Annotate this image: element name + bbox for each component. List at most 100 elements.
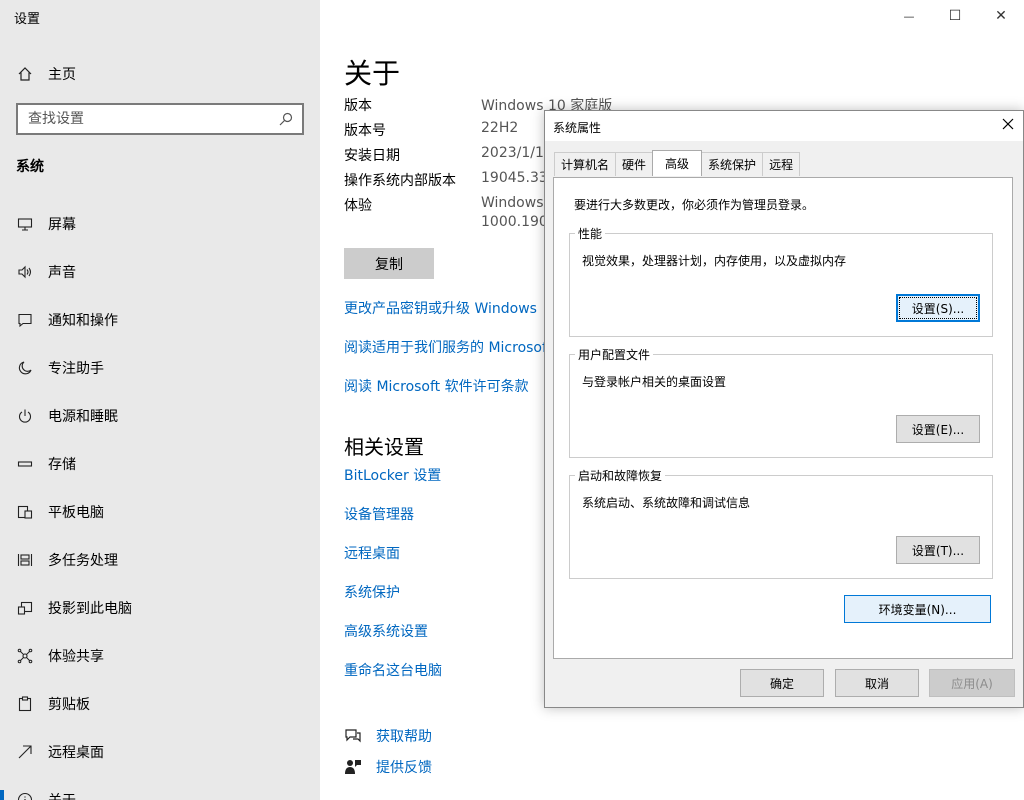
copy-button[interactable]: 复制 — [344, 248, 434, 279]
caption-buttons: — ☐ ✕ — [886, 0, 1024, 32]
minimize-icon: — — [903, 9, 915, 23]
sidebar-item-label: 投影到此电脑 — [48, 601, 132, 617]
sidebar-item-display[interactable]: 屏幕 — [0, 200, 320, 248]
link-get-help[interactable]: 获取帮助 — [376, 726, 432, 746]
link-bitlocker[interactable]: BitLocker 设置 — [344, 465, 441, 485]
sidebar-item-label: 电源和睡眠 — [48, 409, 118, 425]
search-input[interactable] — [18, 105, 258, 133]
storage-icon — [16, 455, 34, 473]
close-button[interactable]: ✕ — [978, 0, 1024, 32]
group-desc: 系统启动、系统故障和调试信息 — [582, 496, 751, 510]
link-system-protection[interactable]: 系统保护 — [344, 582, 400, 602]
sidebar-item-label: 剪贴板 — [48, 697, 90, 713]
startup-recovery-settings-button[interactable]: 设置(T)... — [896, 536, 980, 564]
maximize-button[interactable]: ☐ — [932, 0, 978, 32]
link-read-license-terms[interactable]: 阅读 Microsoft 软件许可条款 — [344, 376, 529, 396]
feedback-icon — [344, 758, 362, 776]
window-title: 设置 — [14, 12, 41, 27]
spec-key: 体验 — [344, 198, 372, 214]
group-desc: 与登录帐户相关的桌面设置 — [582, 375, 727, 389]
performance-settings-button[interactable]: 设置(S)... — [896, 294, 980, 322]
minimize-button[interactable]: — — [886, 0, 932, 32]
related-settings-title: 相关设置 — [344, 435, 424, 459]
dialog-title: 系统属性 — [553, 121, 602, 135]
sidebar-item-project[interactable]: 投影到此电脑 — [0, 584, 320, 632]
speaker-icon — [16, 263, 34, 281]
advanced-tab-panel: 要进行大多数更改，你必须作为管理员登录。 性能 视觉效果，处理器计划，内存使用，… — [553, 177, 1013, 659]
sidebar-item-label: 平板电脑 — [48, 505, 104, 521]
project-icon — [16, 599, 34, 617]
group-label: 性能 — [575, 225, 606, 242]
link-feedback[interactable]: 提供反馈 — [376, 757, 432, 777]
nav-home[interactable]: 主页 — [16, 62, 76, 86]
sidebar-item-shared-experiences[interactable]: 体验共享 — [0, 632, 320, 680]
link-device-manager[interactable]: 设备管理器 — [344, 504, 414, 524]
group-label: 启动和故障恢复 — [575, 467, 666, 484]
ok-button[interactable]: 确定 — [740, 669, 824, 697]
tab-hardware[interactable]: 硬件 — [615, 152, 654, 176]
sidebar: 设置 主页 系统 屏幕 声音 通知和操作 — [0, 0, 320, 800]
sidebar-item-label: 屏幕 — [48, 217, 76, 233]
share-icon — [16, 647, 34, 665]
maximize-icon: ☐ — [948, 8, 962, 24]
apply-button[interactable]: 应用(A) — [929, 669, 1015, 697]
group-label: 用户配置文件 — [575, 346, 654, 363]
close-icon: ✕ — [995, 8, 1007, 24]
sidebar-item-storage[interactable]: 存储 — [0, 440, 320, 488]
sidebar-item-label: 体验共享 — [48, 649, 104, 665]
spec-value: 22H2 — [481, 120, 519, 136]
system-properties-dialog: 系统属性 计算机名 硬件 高级 系统保护 远程 要进行大多数更改，你必须作为管理… — [544, 110, 1024, 708]
dialog-titlebar[interactable]: 系统属性 — [545, 111, 1023, 141]
spec-value: 2023/1/17 — [481, 145, 553, 161]
tab-advanced[interactable]: 高级 — [652, 150, 703, 176]
tablet-icon — [16, 503, 34, 521]
info-icon — [16, 791, 34, 800]
clipboard-icon — [16, 695, 34, 713]
link-change-product-key[interactable]: 更改产品密钥或升级 Windows — [344, 298, 537, 318]
monitor-icon — [16, 215, 34, 233]
link-advanced-system-settings[interactable]: 高级系统设置 — [344, 621, 428, 641]
sidebar-item-label: 远程桌面 — [48, 745, 104, 761]
sidebar-item-clipboard[interactable]: 剪贴板 — [0, 680, 320, 728]
spec-key: 操作系统内部版本 — [344, 173, 456, 189]
notification-icon — [16, 311, 34, 329]
moon-icon — [16, 359, 34, 377]
link-read-services-agreement[interactable]: 阅读适用于我们服务的 Microsoft — [344, 337, 552, 357]
cancel-button[interactable]: 取消 — [835, 669, 919, 697]
sidebar-item-remote-desktop[interactable]: 远程桌面 — [0, 728, 320, 776]
admin-note: 要进行大多数更改，你必须作为管理员登录。 — [574, 198, 815, 212]
search-box[interactable] — [16, 103, 304, 135]
dialog-tabs: 计算机名 硬件 高级 系统保护 远程 — [554, 150, 801, 176]
tab-system-protection[interactable]: 系统保护 — [701, 152, 764, 176]
sidebar-item-power[interactable]: 电源和睡眠 — [0, 392, 320, 440]
multitask-icon — [16, 551, 34, 569]
spec-key: 版本号 — [344, 123, 386, 139]
sidebar-item-multitasking[interactable]: 多任务处理 — [0, 536, 320, 584]
link-remote-desktop[interactable]: 远程桌面 — [344, 543, 400, 563]
help-row-get-help[interactable]: 获取帮助 — [344, 726, 432, 746]
sidebar-item-label: 通知和操作 — [48, 313, 118, 329]
power-icon — [16, 407, 34, 425]
environment-variables-button[interactable]: 环境变量(N)... — [844, 595, 991, 623]
sidebar-item-about[interactable]: 关于 — [0, 776, 320, 800]
help-row-feedback[interactable]: 提供反馈 — [344, 757, 432, 777]
sidebar-item-sound[interactable]: 声音 — [0, 248, 320, 296]
tab-remote[interactable]: 远程 — [762, 152, 801, 176]
sidebar-item-tablet[interactable]: 平板电脑 — [0, 488, 320, 536]
sidebar-item-focus-assist[interactable]: 专注助手 — [0, 344, 320, 392]
group-startup-recovery: 启动和故障恢复 系统启动、系统故障和调试信息 设置(T)... — [569, 467, 993, 579]
dialog-close-button[interactable] — [1001, 117, 1015, 134]
sidebar-item-label: 关于 — [48, 790, 76, 800]
sidebar-item-notifications[interactable]: 通知和操作 — [0, 296, 320, 344]
spec-key: 安装日期 — [344, 148, 400, 164]
tab-computer-name[interactable]: 计算机名 — [554, 152, 617, 176]
nav-home-label: 主页 — [48, 67, 76, 83]
link-rename-pc[interactable]: 重命名这台电脑 — [344, 660, 442, 680]
sidebar-item-label: 专注助手 — [48, 361, 104, 377]
remote-icon — [16, 743, 34, 761]
group-performance: 性能 视觉效果，处理器计划，内存使用，以及虚拟内存 设置(S)... — [569, 225, 993, 337]
search-icon[interactable] — [278, 111, 294, 131]
help-chat-icon — [344, 727, 362, 745]
close-icon — [1002, 118, 1014, 130]
user-profiles-settings-button[interactable]: 设置(E)... — [896, 415, 980, 443]
